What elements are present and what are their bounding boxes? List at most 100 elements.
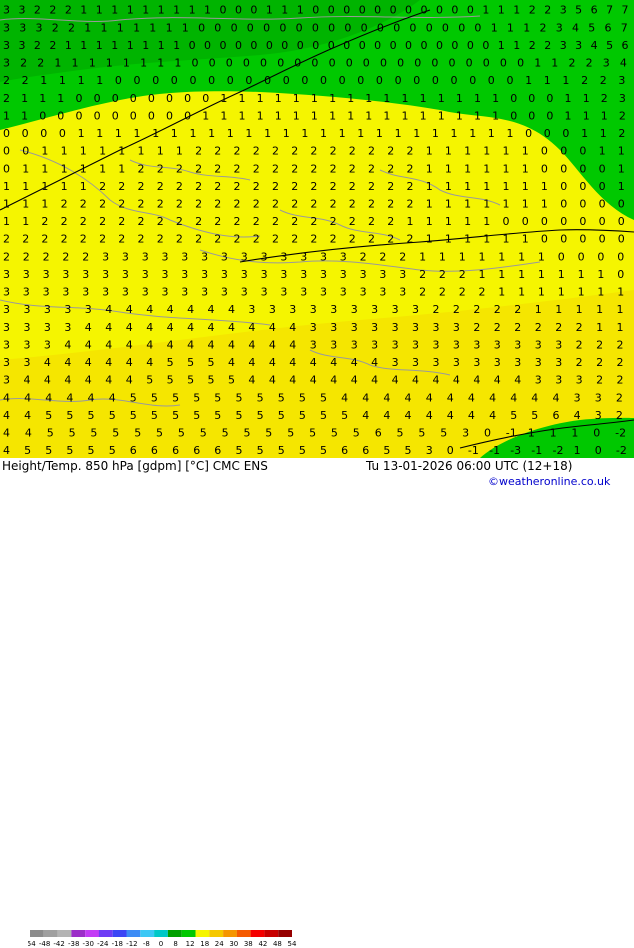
temperature-value: 2 [99, 180, 106, 193]
temperature-value: 1 [293, 109, 300, 122]
temperature-value: 1 [149, 21, 156, 34]
temperature-value: 1 [483, 198, 490, 211]
temperature-value: 2 [234, 215, 241, 228]
temperature-value: 1 [189, 4, 196, 17]
temperature-value: 1 [438, 109, 445, 122]
temperature-value: 2 [514, 303, 521, 316]
temperature-value: 1 [583, 92, 590, 105]
temperature-value: 1 [483, 215, 490, 228]
temperature-value: 2 [291, 198, 298, 211]
temperature-value: 3 [535, 356, 542, 369]
temperature-value: 3 [399, 286, 406, 299]
temperature-value: 3 [201, 286, 208, 299]
temperature-value: 3 [575, 39, 582, 52]
temperature-value: 1 [173, 39, 180, 52]
temperature-value: 2 [272, 233, 279, 246]
color-scale-swatch [195, 930, 210, 937]
temperature-value: 1 [445, 198, 452, 211]
temperature-value: 0 [579, 198, 586, 211]
temperature-value: 1 [565, 109, 572, 122]
temperature-value: 3 [3, 303, 10, 316]
temperature-value: 4 [371, 374, 378, 387]
temperature-value: 4 [433, 374, 440, 387]
temperature-value: 3 [453, 356, 460, 369]
temperature-value: 2 [3, 233, 10, 246]
temperature-value: 2 [433, 303, 440, 316]
map-canvas: 3322211111111100011100000000000111223567… [0, 0, 634, 458]
temperature-value: 4 [208, 303, 215, 316]
temperature-value: 2 [349, 215, 356, 228]
temperature-value: 3 [412, 356, 419, 369]
temperature-value: 5 [299, 391, 306, 404]
temperature-value: 1 [618, 145, 625, 158]
temperature-value: 0 [264, 74, 271, 87]
temperature-value: 1 [488, 127, 495, 140]
temperature-value: 2 [379, 250, 386, 263]
temperature-value: 5 [109, 444, 116, 457]
temperature-value: 0 [544, 127, 551, 140]
temperature-value: 3 [44, 321, 51, 334]
temperature-value: 3 [181, 250, 188, 263]
temperature-value: 3 [23, 268, 30, 281]
temperature-value: 3 [19, 21, 26, 34]
temperature-value: 5 [167, 374, 174, 387]
temperature-value: 1 [420, 109, 427, 122]
temperature-value: 0 [599, 162, 606, 175]
color-scale-tick: -42 [53, 940, 64, 948]
temperature-value: 1 [166, 21, 173, 34]
temperature-value: 1 [158, 39, 165, 52]
color-scale-swatch [209, 930, 224, 937]
temperature-value: 2 [407, 180, 414, 193]
temperature-value: 0 [245, 74, 252, 87]
temperature-value: 0 [484, 427, 491, 440]
credit-link[interactable]: ©weatheronline.co.uk [488, 475, 610, 488]
temperature-value: 1 [96, 74, 103, 87]
temperature-value: 3 [340, 250, 347, 263]
temperature-value: 1 [617, 286, 624, 299]
temperature-value: 1 [171, 127, 178, 140]
temperature-value: 1 [101, 21, 108, 34]
temperature-value: 5 [208, 374, 215, 387]
temperature-value: 1 [152, 127, 159, 140]
temperature-value: 2 [214, 145, 221, 158]
temperature-value: 2 [157, 215, 164, 228]
temperature-value: 4 [310, 374, 317, 387]
temperature-value: 0 [560, 180, 567, 193]
temperature-value: 0 [578, 250, 585, 263]
temperature-value: 1 [498, 286, 505, 299]
temperature-value: 2 [214, 180, 221, 193]
temperature-value: 3 [320, 268, 327, 281]
temperature-value: 2 [310, 180, 317, 193]
temperature-value: 2 [176, 198, 183, 211]
temperature-value: 0 [311, 57, 318, 70]
temperature-value: 0 [190, 74, 197, 87]
temperature-value: 3 [44, 303, 51, 316]
temperature-value: 3 [44, 338, 51, 351]
temperature-value: 0 [329, 57, 336, 70]
temperature-value: 2 [272, 215, 279, 228]
temperature-value: 5 [606, 39, 613, 52]
temperature-value: 0 [469, 74, 476, 87]
temperature-value: 2 [617, 356, 624, 369]
temperature-value: 1 [239, 109, 246, 122]
temperature-value: 3 [392, 356, 399, 369]
temperature-value: 2 [453, 303, 460, 316]
temperature-value: 3 [122, 268, 129, 281]
temperature-value: 0 [413, 74, 420, 87]
temperature-value: 5 [151, 409, 158, 422]
temperature-value: 4 [330, 374, 337, 387]
temperature-value: 4 [64, 374, 71, 387]
temperature-value: 1 [99, 162, 106, 175]
temperature-value: 2 [52, 21, 59, 34]
temperature-value: 1 [479, 250, 486, 263]
temperature-value: 4 [371, 356, 378, 369]
temperature-value: 0 [390, 4, 397, 17]
temperature-value: 2 [157, 198, 164, 211]
temperature-value: 4 [426, 391, 433, 404]
temperature-value: 3 [122, 286, 129, 299]
temperature-value: 3 [3, 286, 10, 299]
temperature-value: 0 [297, 39, 304, 52]
temperature-value: 2 [68, 21, 75, 34]
temperature-value: 1 [459, 250, 466, 263]
temperature-value: 4 [405, 409, 412, 422]
